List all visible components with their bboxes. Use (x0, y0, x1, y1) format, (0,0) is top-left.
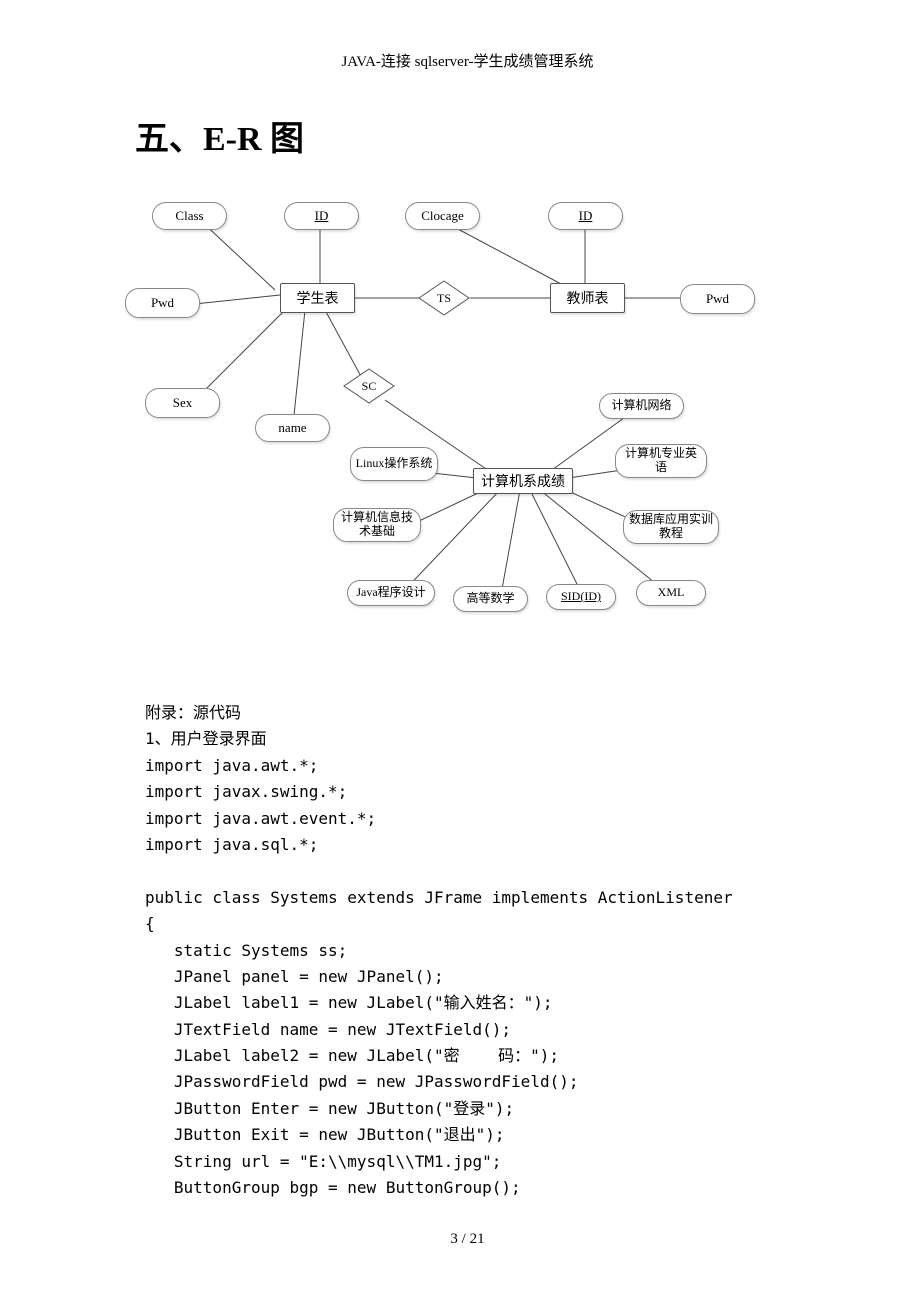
attr-id-student: ID (284, 202, 359, 230)
code-block: 附录：源代码 1、用户登录界面 import java.awt.*; impor… (145, 700, 800, 1201)
attr-db-train: 数据库应用实训教程 (623, 510, 719, 544)
attr-cs-info: 计算机信息技术基础 (333, 508, 421, 542)
code-line: import java.awt.event.*; (145, 809, 376, 828)
section-title: 五、E-R 图 (135, 111, 800, 160)
code-line: public class Systems extends JFrame impl… (145, 888, 733, 907)
attr-adv-math: 高等数学 (453, 586, 528, 612)
page-header: JAVA-连接 sqlserver-学生成绩管理系统 (135, 50, 800, 71)
entity-teacher: 教师表 (550, 283, 625, 313)
code-line: JButton Exit = new JButton("退出"); (145, 1125, 505, 1144)
attr-name: name (255, 414, 330, 442)
code-line: JLabel label1 = new JLabel("输入姓名："); (145, 993, 553, 1012)
relation-sc: SC (343, 368, 395, 404)
attr-clocage: Clocage (405, 202, 480, 230)
code-line: String url = "E:\\mysql\\TM1.jpg"; (145, 1152, 501, 1171)
relation-sc-label: SC (362, 379, 377, 394)
entity-student: 学生表 (280, 283, 355, 313)
attr-class: Class (152, 202, 227, 230)
code-line: JPasswordField pwd = new JPasswordField(… (145, 1072, 578, 1091)
code-line: JPanel panel = new JPanel(); (145, 967, 444, 986)
code-line: import javax.swing.*; (145, 782, 347, 801)
attr-cs-net: 计算机网络 (599, 393, 684, 419)
code-line: import java.awt.*; (145, 756, 318, 775)
attr-cs-eng: 计算机专业英语 (615, 444, 707, 478)
code-line: JTextField name = new JTextField(); (145, 1020, 511, 1039)
code-line: 1、用户登录界面 (145, 729, 267, 748)
page-footer: 3 / 21 (135, 1231, 800, 1248)
code-line: { (145, 914, 155, 933)
attr-pwd-teacher: Pwd (680, 284, 755, 314)
attr-linux: Linux操作系统 (350, 447, 438, 481)
attr-pwd-student: Pwd (125, 288, 200, 318)
attr-sex: Sex (145, 388, 220, 418)
code-line: ButtonGroup bgp = new ButtonGroup(); (145, 1178, 521, 1197)
code-line: JLabel label2 = new JLabel("密 码："); (145, 1046, 559, 1065)
er-diagram: 学生表 教师表 计算机系成绩 TS SC Class ID Clocage ID… (125, 180, 785, 660)
attr-sid: SID(ID) (546, 584, 616, 610)
relation-ts-label: TS (437, 291, 451, 306)
code-line: import java.sql.*; (145, 835, 318, 854)
attr-xml: XML (636, 580, 706, 606)
attr-id-teacher: ID (548, 202, 623, 230)
relation-ts: TS (418, 280, 470, 316)
attr-java-prog: Java程序设计 (347, 580, 435, 606)
entity-grades: 计算机系成绩 (473, 468, 573, 494)
page: JAVA-连接 sqlserver-学生成绩管理系统 五、E-R 图 (0, 0, 920, 1278)
code-line: 附录：源代码 (145, 703, 241, 722)
code-line: static Systems ss; (145, 941, 347, 960)
code-line: JButton Enter = new JButton("登录"); (145, 1099, 514, 1118)
